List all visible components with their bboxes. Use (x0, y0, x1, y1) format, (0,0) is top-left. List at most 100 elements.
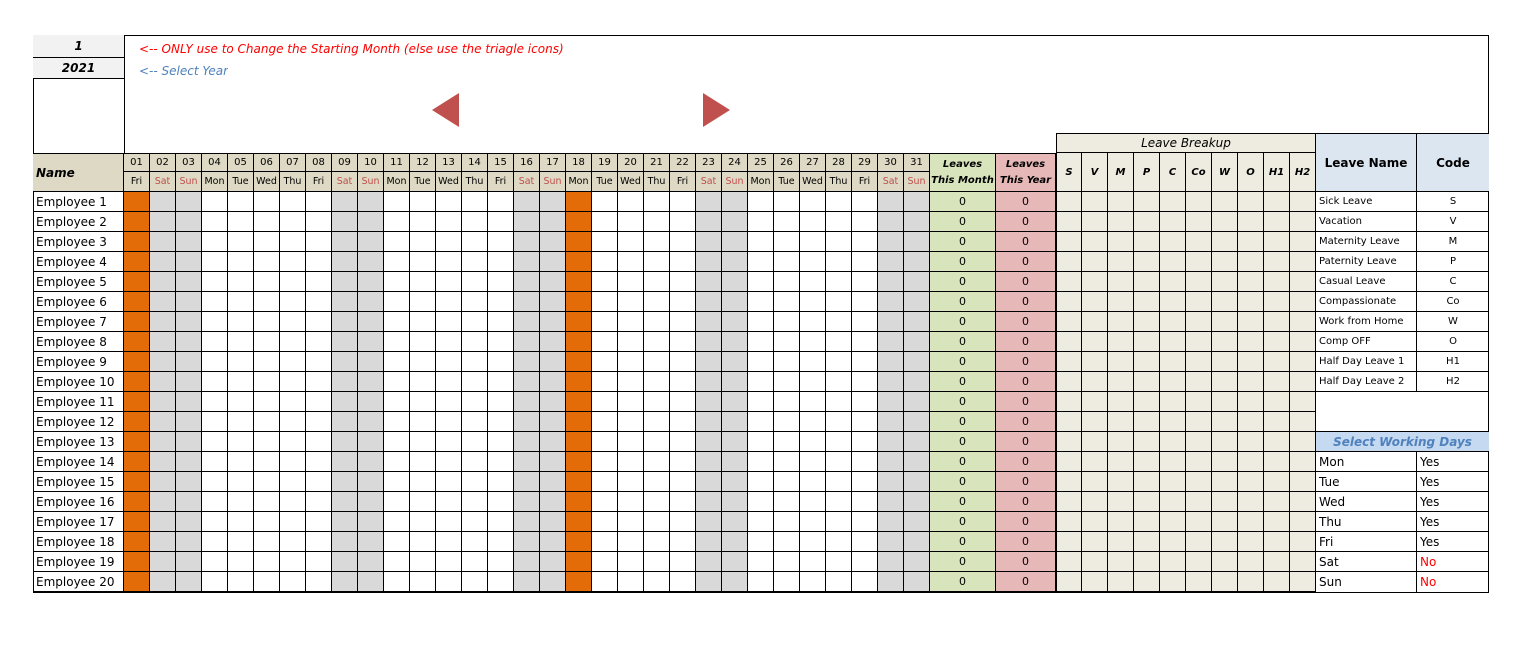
attendance-cell[interactable] (176, 352, 202, 372)
attendance-cell[interactable] (722, 392, 748, 412)
attendance-cell[interactable] (592, 532, 618, 552)
attendance-cell[interactable] (358, 292, 384, 312)
attendance-cell[interactable] (618, 232, 644, 252)
attendance-cell[interactable] (644, 292, 670, 312)
attendance-cell[interactable] (514, 212, 540, 232)
attendance-cell[interactable] (332, 472, 358, 492)
attendance-cell[interactable] (202, 492, 228, 512)
attendance-cell[interactable] (176, 292, 202, 312)
attendance-cell[interactable] (670, 292, 696, 312)
attendance-cell[interactable] (384, 232, 410, 252)
attendance-cell[interactable] (800, 272, 826, 292)
attendance-cell[interactable] (878, 372, 904, 392)
attendance-cell[interactable] (280, 292, 306, 312)
attendance-cell[interactable] (462, 392, 488, 412)
attendance-cell[interactable] (540, 232, 566, 252)
attendance-cell[interactable] (852, 272, 878, 292)
attendance-cell[interactable] (436, 552, 462, 572)
attendance-cell[interactable] (150, 292, 176, 312)
attendance-cell[interactable] (280, 232, 306, 252)
attendance-cell[interactable] (774, 312, 800, 332)
attendance-cell[interactable] (332, 372, 358, 392)
attendance-cell[interactable] (384, 412, 410, 432)
attendance-cell[interactable] (384, 552, 410, 572)
attendance-cell[interactable] (436, 512, 462, 532)
attendance-cell[interactable] (774, 392, 800, 412)
attendance-cell[interactable] (488, 332, 514, 352)
attendance-cell[interactable] (904, 572, 930, 592)
attendance-cell[interactable] (228, 192, 254, 212)
attendance-cell[interactable] (280, 532, 306, 552)
attendance-cell[interactable] (228, 372, 254, 392)
attendance-cell[interactable] (722, 452, 748, 472)
attendance-cell[interactable] (332, 492, 358, 512)
attendance-cell[interactable] (202, 332, 228, 352)
attendance-cell[interactable] (826, 252, 852, 272)
attendance-cell[interactable] (748, 472, 774, 492)
attendance-cell[interactable] (800, 452, 826, 472)
attendance-cell[interactable] (748, 552, 774, 572)
attendance-cell[interactable] (124, 292, 150, 312)
attendance-cell[interactable] (644, 552, 670, 572)
attendance-cell[interactable] (332, 212, 358, 232)
attendance-cell[interactable] (124, 552, 150, 572)
attendance-cell[interactable] (436, 412, 462, 432)
attendance-cell[interactable] (618, 532, 644, 552)
attendance-cell[interactable] (826, 332, 852, 352)
attendance-cell[interactable] (540, 352, 566, 372)
attendance-cell[interactable] (514, 552, 540, 572)
working-day-toggle[interactable]: Yes (1417, 472, 1489, 492)
attendance-cell[interactable] (644, 472, 670, 492)
attendance-cell[interactable] (332, 572, 358, 592)
attendance-cell[interactable] (670, 392, 696, 412)
attendance-cell[interactable] (774, 252, 800, 272)
attendance-cell[interactable] (774, 212, 800, 232)
attendance-cell[interactable] (436, 532, 462, 552)
attendance-cell[interactable] (306, 352, 332, 372)
attendance-cell[interactable] (592, 552, 618, 572)
attendance-cell[interactable] (774, 552, 800, 572)
attendance-cell[interactable] (540, 252, 566, 272)
attendance-cell[interactable] (410, 272, 436, 292)
attendance-cell[interactable] (904, 512, 930, 532)
attendance-cell[interactable] (540, 532, 566, 552)
attendance-cell[interactable] (462, 452, 488, 472)
attendance-cell[interactable] (228, 552, 254, 572)
attendance-cell[interactable] (644, 392, 670, 412)
attendance-cell[interactable] (748, 452, 774, 472)
attendance-cell[interactable] (696, 332, 722, 352)
attendance-cell[interactable] (436, 572, 462, 592)
attendance-cell[interactable] (722, 192, 748, 212)
attendance-cell[interactable] (514, 292, 540, 312)
attendance-cell[interactable] (358, 252, 384, 272)
attendance-cell[interactable] (436, 232, 462, 252)
attendance-cell[interactable] (124, 412, 150, 432)
attendance-cell[interactable] (280, 392, 306, 412)
attendance-cell[interactable] (748, 492, 774, 512)
attendance-cell[interactable] (488, 252, 514, 272)
attendance-cell[interactable] (228, 572, 254, 592)
attendance-cell[interactable] (774, 352, 800, 372)
attendance-cell[interactable] (150, 512, 176, 532)
attendance-cell[interactable] (852, 572, 878, 592)
attendance-cell[interactable] (852, 312, 878, 332)
attendance-cell[interactable] (722, 432, 748, 452)
attendance-cell[interactable] (774, 452, 800, 472)
attendance-cell[interactable] (722, 212, 748, 232)
attendance-cell[interactable] (280, 372, 306, 392)
attendance-cell[interactable] (852, 412, 878, 432)
attendance-cell[interactable] (826, 212, 852, 232)
attendance-cell[interactable] (774, 512, 800, 532)
attendance-cell[interactable] (878, 212, 904, 232)
attendance-cell[interactable] (514, 572, 540, 592)
attendance-cell[interactable] (722, 232, 748, 252)
attendance-cell[interactable] (462, 472, 488, 492)
attendance-cell[interactable] (202, 392, 228, 412)
attendance-cell[interactable] (826, 192, 852, 212)
attendance-cell[interactable] (488, 552, 514, 572)
attendance-cell[interactable] (150, 192, 176, 212)
attendance-cell[interactable] (644, 412, 670, 432)
attendance-cell[interactable] (332, 332, 358, 352)
attendance-cell[interactable] (176, 452, 202, 472)
attendance-cell[interactable] (124, 572, 150, 592)
